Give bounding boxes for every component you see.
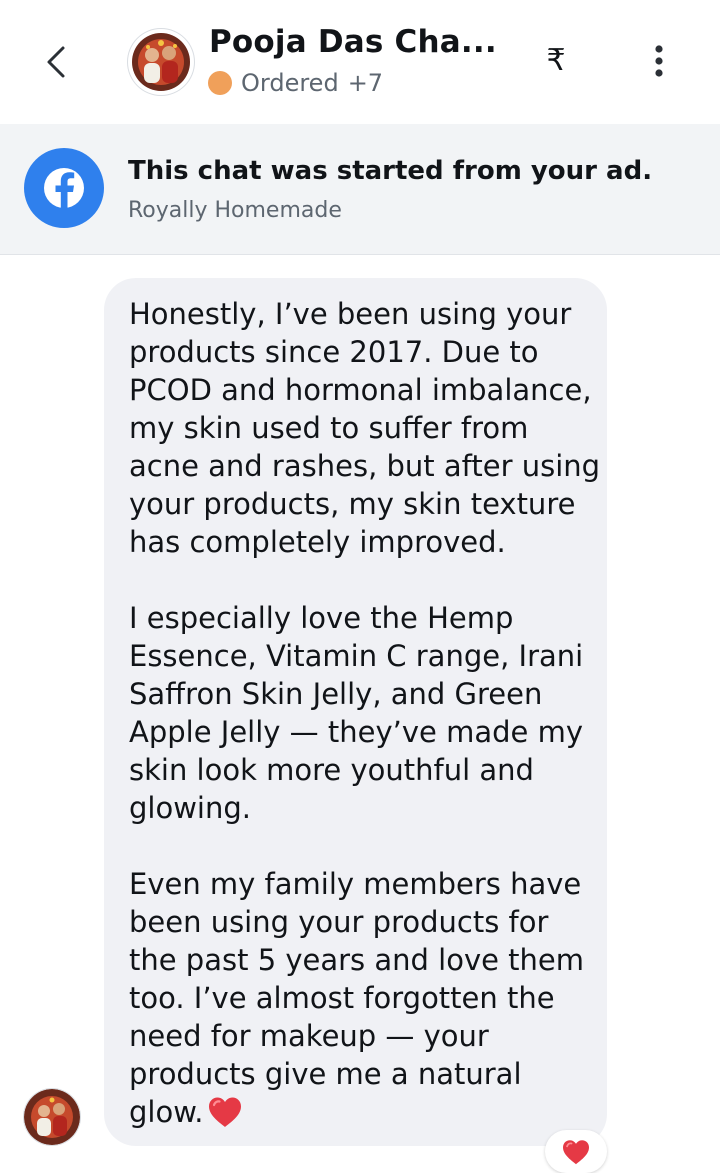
avatar-photo xyxy=(24,1089,80,1145)
message-paragraph: I especially love the Hemp Essence, Vita… xyxy=(129,601,584,825)
ad-banner-title: This chat was started from your ad. xyxy=(128,156,653,186)
sender-avatar[interactable] xyxy=(24,1089,80,1145)
order-status[interactable]: Ordered +7 xyxy=(208,68,383,98)
more-options-button[interactable] xyxy=(644,40,674,84)
avatar-photo xyxy=(132,33,190,91)
rupee-icon: ₹ xyxy=(546,43,566,78)
back-chevron-icon xyxy=(47,46,65,78)
message-reaction[interactable] xyxy=(545,1130,607,1173)
ad-page-name: Royally Homemade xyxy=(128,198,342,223)
message-paragraph: Honestly, I’ve been using your products … xyxy=(129,297,601,559)
contact-avatar[interactable] xyxy=(128,29,194,95)
message-paragraph: Even my family members have been using y… xyxy=(129,865,607,1131)
message-bubble[interactable]: Honestly, I’ve been using your products … xyxy=(104,278,607,1146)
chat-header: Pooja Das Cha... Ordered +7 ₹ xyxy=(0,0,720,124)
status-label: Ordered xyxy=(241,69,339,97)
status-dot-icon xyxy=(208,71,232,95)
status-extra-count: +7 xyxy=(347,69,384,97)
heart-icon xyxy=(209,1097,242,1127)
contact-name[interactable]: Pooja Das Cha... xyxy=(209,24,497,60)
facebook-icon xyxy=(24,148,104,228)
more-vertical-icon xyxy=(655,45,663,77)
payment-button[interactable]: ₹ xyxy=(538,40,574,82)
ad-origin-banner[interactable]: This chat was started from your ad. Roya… xyxy=(0,124,720,255)
back-button[interactable] xyxy=(36,40,80,84)
heart-icon xyxy=(563,1140,589,1165)
message-paragraph-text: Even my family members have been using y… xyxy=(129,867,585,1129)
